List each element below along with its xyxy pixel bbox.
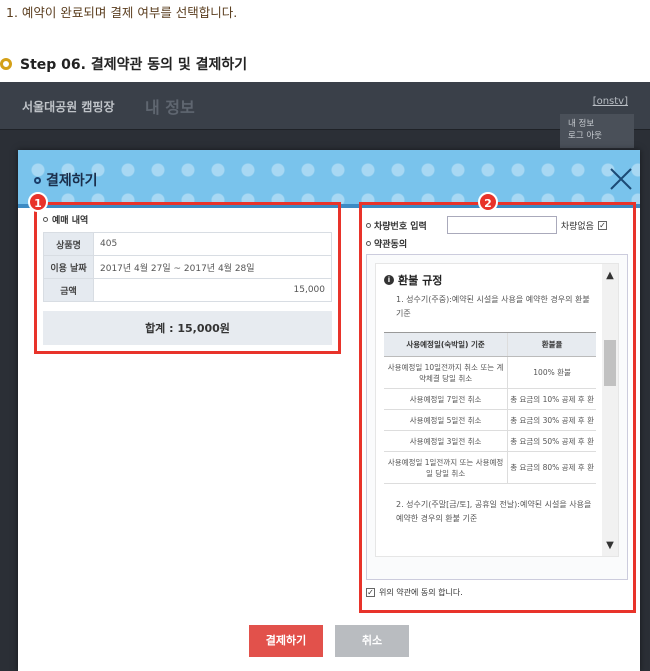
reservation-panel: 예매 내역 상품명 405 이용 날짜 2017년 4월 27일 ~ 2017년… — [34, 202, 341, 354]
scroll-thumb[interactable] — [604, 340, 616, 386]
title-bullet-icon — [34, 176, 41, 184]
terms-scrollbar[interactable]: ▲ ▼ — [602, 264, 618, 556]
agree-checkbox[interactable]: ✓ — [366, 588, 375, 597]
refund-table: 사용예정일(숙박일) 기준 환불율 사용예정일 10일전까지 취소 또는 계약체… — [384, 332, 596, 484]
row-label: 이용 날짜 — [43, 255, 94, 279]
car-number-label: 차량번호 입력 — [366, 219, 427, 232]
car-number-input[interactable] — [446, 216, 557, 234]
intro-text: 1. 예약이 완료되며 결제 여부를 선택합니다. — [6, 5, 238, 20]
refund-paragraph: 1. 성수기(주중):예약된 시설을 사용을 예약한 경우의 환불 기준 — [396, 295, 590, 318]
user-dropdown: 내 정보 로그 아웃 — [560, 114, 634, 148]
table-row: 사용예정일 3일전 취소 총 요금의 50% 공제 후 환 — [384, 430, 596, 452]
agree-label: 위의 약관에 동의 합니다. — [379, 588, 463, 597]
pay-button[interactable]: 결제하기 — [249, 625, 323, 657]
no-car-label: 차량없음 — [560, 221, 594, 232]
refund-title-text: 환불 규정 — [398, 274, 443, 287]
table-cell: 총 요금의 10% 공제 후 환 — [507, 388, 596, 410]
table-row: 사용예정일 7일전 취소 총 요금의 10% 공제 후 환 — [384, 388, 596, 410]
section-label-text: 예매 내역 — [52, 216, 89, 226]
table-row: 이용 날짜 2017년 4월 27일 ~ 2017년 4월 28일 — [43, 255, 332, 279]
agree-row: ✓ 위의 약관에 동의 합니다. — [366, 587, 629, 598]
total-amount: 합계 : 15,000원 — [43, 311, 332, 345]
annotation-badge-1: 1 — [28, 192, 48, 212]
dropdown-item[interactable]: 내 정보 — [568, 118, 626, 130]
reservation-section-label: 예매 내역 — [43, 213, 332, 226]
terms-panel: 차량번호 입력 차량없음 ✓ 약관동의 i 환불 규정 1. 성수기(주중):예… — [359, 202, 636, 613]
no-car-checkbox[interactable]: ✓ — [597, 220, 607, 230]
table-row: 상품명 405 — [43, 232, 332, 256]
row-value: 15,000 — [93, 278, 332, 302]
close-icon[interactable] — [606, 164, 636, 194]
section-bullet-icon — [366, 222, 371, 228]
row-label: 금액 — [43, 278, 94, 302]
table-row: 사용예정일 5일전 취소 총 요금의 30% 공제 후 환 — [384, 409, 596, 431]
modal-title-text: 결제하기 — [46, 173, 98, 189]
table-header-row: 사용예정일(숙박일) 기준 환불율 — [384, 332, 596, 357]
cancel-button[interactable]: 취소 — [335, 625, 409, 657]
car-number-row: 차량번호 입력 차량없음 ✓ — [366, 216, 629, 234]
table-row: 사용예정일 1일전까지 또는 사용예정일 당일 취소 총 요금의 80% 공제 … — [384, 451, 596, 484]
section-bullet-icon — [366, 241, 371, 246]
refund-paragraph: 2. 성수기(주말[금/토], 공휴일 전날):예약된 시설을 사용을 예약한 … — [396, 500, 592, 523]
terms-scroll-area[interactable]: i 환불 규정 1. 성수기(주중):예약된 시설을 사용을 예약한 경우의 환… — [375, 263, 619, 557]
table-cell: 100% 환불 — [507, 356, 596, 389]
row-label: 상품명 — [43, 232, 94, 256]
payment-modal: 결제하기 예매 내역 상품명 405 이용 날짜 2017년 4월 27일 ~ … — [18, 150, 640, 671]
table-row: 금액 15,000 — [43, 278, 332, 302]
section-bullet-icon — [43, 217, 48, 222]
info-icon: i — [384, 275, 394, 285]
terms-box: i 환불 규정 1. 성수기(주중):예약된 시설을 사용을 예약한 경우의 환… — [366, 254, 628, 580]
user-menu[interactable]: [onstv] — [593, 96, 628, 107]
row-value: 405 — [93, 232, 332, 256]
dropdown-item[interactable]: 로그 아웃 — [568, 130, 626, 142]
car-label-text: 차량번호 입력 — [374, 221, 427, 232]
nav-my-info[interactable]: 내 정보 — [145, 94, 195, 118]
terms-content: i 환불 규정 1. 성수기(주중):예약된 시설을 사용을 예약한 경우의 환… — [384, 272, 596, 526]
refund-title: i 환불 규정 — [384, 272, 596, 288]
row-value: 2017년 4월 27일 ~ 2017년 4월 28일 — [93, 255, 332, 279]
table-row: 사용예정일 10일전까지 취소 또는 계약체결 당일 취소 100% 환불 — [384, 356, 596, 389]
modal-header: 결제하기 — [18, 150, 640, 208]
background-nav: 서울대공원 캠핑장 내 정보 [onstv] 내 정보 로그 아웃 — [0, 82, 650, 148]
column-header: 사용예정일(숙박일) 기준 — [384, 332, 508, 357]
annotation-badge-2: 2 — [478, 192, 498, 212]
table-cell: 사용예정일 3일전 취소 — [384, 430, 508, 452]
modal-title: 결제하기 — [34, 170, 98, 190]
reservation-table: 상품명 405 이용 날짜 2017년 4월 27일 ~ 2017년 4월 28… — [43, 232, 332, 302]
step-heading: Step 06. 결제약관 동의 및 결제하기 — [0, 54, 247, 74]
table-cell: 사용예정일 10일전까지 취소 또는 계약체결 당일 취소 — [384, 356, 508, 389]
table-cell: 사용예정일 5일전 취소 — [384, 409, 508, 431]
terms-label-text: 약관동의 — [374, 240, 408, 250]
brand-logo: 서울대공원 캠핑장 — [22, 100, 115, 114]
table-cell: 사용예정일 1일전까지 또는 사용예정일 당일 취소 — [384, 451, 508, 484]
ring-bullet-icon — [0, 58, 12, 70]
terms-label: 약관동의 — [366, 237, 629, 250]
table-cell: 총 요금의 50% 공제 후 환 — [507, 430, 596, 452]
modal-actions: 결제하기 취소 — [18, 625, 640, 657]
scroll-up-icon[interactable]: ▲ — [602, 268, 618, 284]
table-cell: 총 요금의 80% 공제 후 환 — [507, 451, 596, 484]
table-cell: 총 요금의 30% 공제 후 환 — [507, 409, 596, 431]
step-title: Step 06. 결제약관 동의 및 결제하기 — [20, 57, 248, 73]
scroll-down-icon[interactable]: ▼ — [602, 538, 618, 554]
table-cell: 사용예정일 7일전 취소 — [384, 388, 508, 410]
column-header: 환불율 — [507, 332, 596, 357]
